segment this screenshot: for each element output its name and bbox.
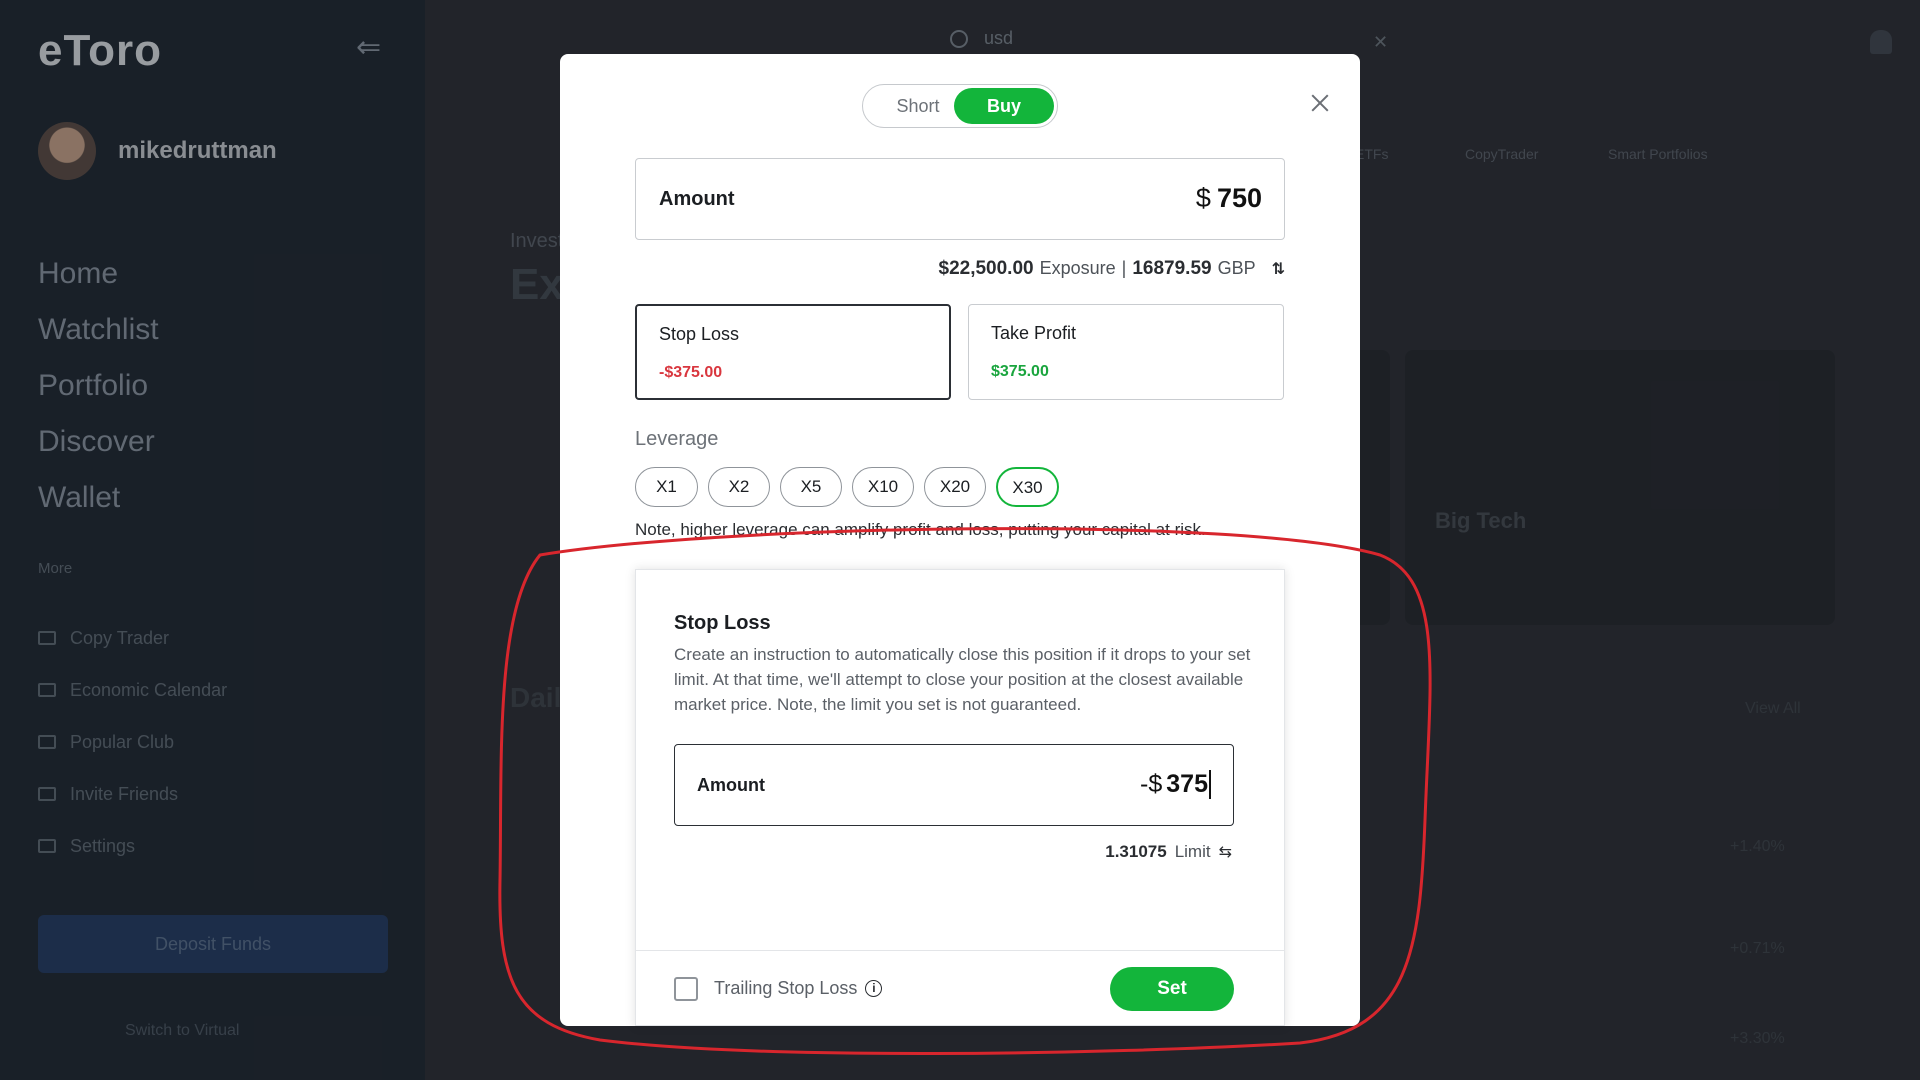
stop-loss-amount-label: Amount	[697, 775, 765, 795]
stop-loss-panel-title: Stop Loss	[674, 612, 771, 634]
direction-toggle[interactable]: Short Buy	[862, 84, 1058, 128]
short-option[interactable]: Short	[883, 85, 953, 127]
buy-option[interactable]: Buy	[954, 88, 1054, 124]
leverage-x10[interactable]: X10	[852, 467, 914, 507]
stop-loss-tab[interactable]: Stop Loss -$375.00	[635, 304, 951, 400]
leverage-x5[interactable]: X5	[780, 467, 842, 507]
exposure-separator: |	[1121, 258, 1127, 278]
leverage-note: Note, higher leverage can amplify profit…	[635, 520, 1206, 539]
trailing-stop-loss-checkbox[interactable]	[674, 977, 698, 1001]
stop-loss-amount-prefix: -$	[1140, 770, 1163, 798]
trailing-stop-loss[interactable]: Trailing Stop Loss i	[714, 978, 883, 999]
stop-loss-panel: Stop Loss Create an instruction to autom…	[635, 569, 1285, 1026]
amount-number: 750	[1216, 183, 1262, 213]
stop-loss-description: Create an instruction to automatically c…	[674, 645, 1251, 714]
exposure-info: $22,500.00 Exposure | 16879.59 GBP ⇅	[939, 258, 1286, 280]
limit-label: Limit	[1174, 842, 1211, 861]
set-button[interactable]: Set	[1110, 967, 1234, 1011]
stop-loss-amount-input[interactable]: -$ 375	[1140, 770, 1211, 799]
stop-loss-amount-field[interactable]: Amount -$ 375	[674, 744, 1234, 826]
exposure-label: Exposure	[1039, 258, 1116, 278]
leverage-x2[interactable]: X2	[708, 467, 770, 507]
amount-field[interactable]: Amount $750	[635, 158, 1285, 240]
info-icon[interactable]: i	[865, 980, 883, 997]
leverage-x20[interactable]: X20	[924, 467, 986, 507]
currency-symbol: $	[1195, 183, 1211, 213]
take-profit-value: $375.00	[991, 363, 1049, 380]
amount-value[interactable]: $750	[1196, 183, 1262, 214]
stop-loss-limit: 1.31075 Limit ⇆	[1105, 842, 1232, 862]
stop-loss-amount-number: 375	[1166, 770, 1208, 798]
panel-divider	[636, 950, 1284, 951]
trailing-stop-loss-label: Trailing Stop Loss	[714, 978, 858, 998]
take-profit-tab[interactable]: Take Profit $375.00	[968, 304, 1284, 400]
stop-loss-value: -$375.00	[659, 364, 723, 381]
leverage-x1[interactable]: X1	[635, 467, 698, 507]
exposure-value: $22,500.00	[938, 258, 1034, 279]
stop-loss-label: Stop Loss	[659, 324, 740, 344]
switch-mode-icon[interactable]: ⇆	[1219, 842, 1232, 862]
leverage-x30[interactable]: X30	[996, 467, 1059, 507]
leverage-label: Leverage	[635, 428, 719, 450]
amount-label: Amount	[659, 188, 735, 210]
swap-currency-icon[interactable]: ⇅	[1272, 259, 1285, 279]
exposure-alt-currency: GBP	[1217, 258, 1256, 278]
take-profit-label: Take Profit	[991, 323, 1077, 343]
limit-value: 1.31075	[1105, 842, 1167, 861]
exposure-alt-value: 16879.59	[1132, 258, 1212, 279]
close-icon[interactable]	[1309, 92, 1331, 114]
leverage-options: X1 X2 X5 X10 X20 X30	[635, 467, 1059, 507]
